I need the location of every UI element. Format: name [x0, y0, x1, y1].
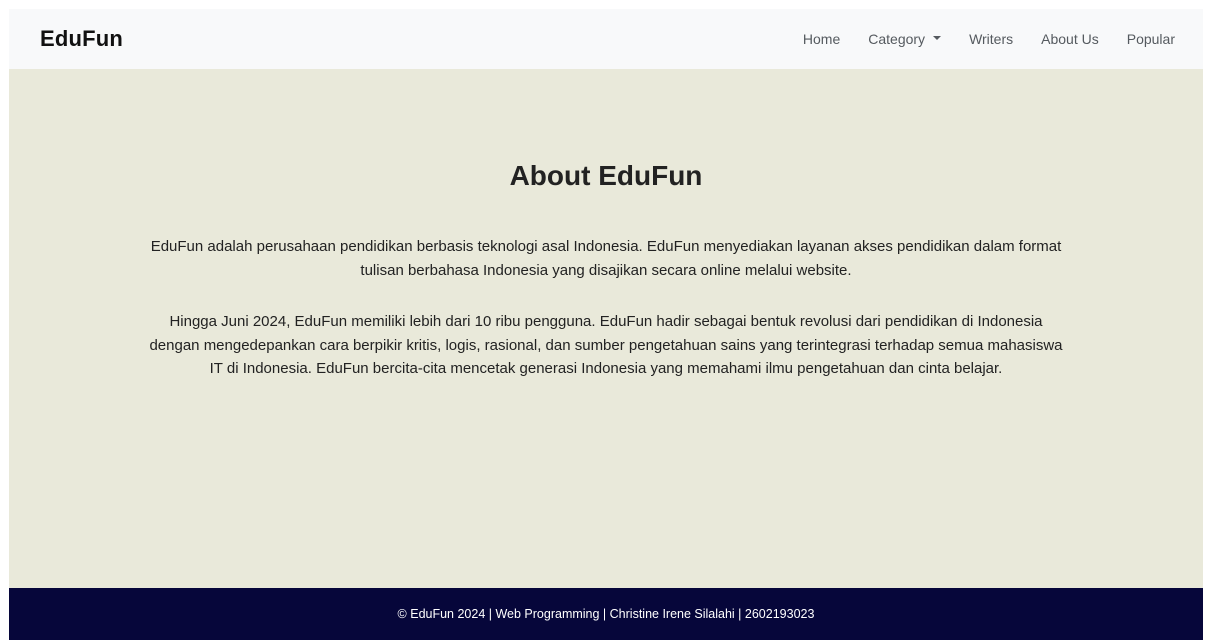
about-paragraph-2: Hingga Juni 2024, EduFun memiliki lebih … — [149, 313, 1063, 377]
page-frame: EduFun Home Category Writers About Us Po… — [9, 9, 1203, 640]
page-title: About EduFun — [509, 160, 703, 191]
navbar: EduFun Home Category Writers About Us Po… — [9, 9, 1203, 69]
brand-logo[interactable]: EduFun — [40, 26, 123, 52]
nav-link-home[interactable]: Home — [789, 9, 854, 69]
nav-link-writers[interactable]: Writers — [955, 9, 1027, 69]
nav-link-popular[interactable]: Popular — [1113, 9, 1175, 69]
nav-link-category-dropdown[interactable]: Category — [854, 9, 955, 69]
about-paragraph-1: EduFun adalah perusahaan pendidikan berb… — [150, 238, 1062, 279]
footer-text: © EduFun 2024 | Web Programming | Christ… — [397, 607, 815, 621]
nav-links: Home Category Writers About Us Popular — [789, 9, 1175, 69]
caret-down-icon — [933, 36, 942, 40]
about-section: About EduFun EduFun adalah perusahaan pe… — [9, 69, 1203, 588]
nav-link-home-label: Home — [802, 31, 841, 47]
nav-link-category-label: Category — [868, 31, 926, 47]
nav-link-about-us-label: About Us — [1041, 31, 1099, 47]
nav-link-about-us[interactable]: About Us — [1027, 9, 1113, 69]
footer: © EduFun 2024 | Web Programming | Christ… — [9, 588, 1203, 640]
nav-link-writers-label: Writers — [969, 31, 1014, 47]
nav-link-popular-label: Popular — [1126, 31, 1175, 47]
